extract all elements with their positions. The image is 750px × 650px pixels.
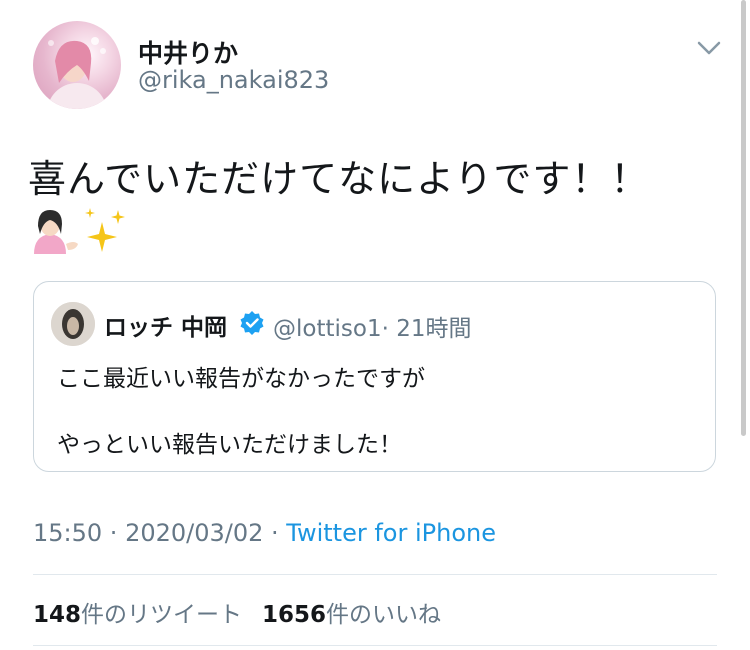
author-handle[interactable]: @rika_nakai823 — [138, 66, 329, 94]
tweet-timestamp: 15:50 · 2020/03/02 · Twitter for iPhone — [33, 519, 496, 547]
woman-tipping-hand-icon — [34, 210, 78, 254]
divider — [33, 574, 717, 575]
quoted-time: · 21時間 — [381, 316, 472, 342]
quoted-avatar-image — [51, 302, 95, 346]
quoted-handle: @lottiso1 — [273, 316, 382, 342]
author-avatar[interactable] — [33, 21, 121, 109]
source-link[interactable]: Twitter for iPhone — [286, 519, 496, 547]
avatar-image — [47, 37, 107, 109]
quoted-author-avatar — [51, 302, 95, 346]
quoted-author-name: ロッチ 中岡 — [104, 315, 228, 341]
likes-count: 1656 — [262, 602, 327, 628]
divider — [33, 645, 717, 646]
sparkles-icon — [85, 208, 125, 252]
likes-label: 件のいいね — [326, 602, 442, 628]
likes-stat[interactable]: 1656件のいいね — [262, 602, 441, 628]
tweet-time: 15:50 — [33, 519, 103, 547]
author-display-name[interactable]: 中井りか — [138, 34, 238, 70]
separator: · — [263, 519, 287, 547]
quoted-text-line-1: ここ最近いい報告がなかったですが — [57, 366, 425, 392]
chevron-down-icon[interactable] — [694, 36, 724, 60]
tweet-emoji — [28, 204, 128, 256]
engagement-stats: 148件のリツイート 1656件のいいね — [33, 595, 441, 629]
retweets-count: 148 — [33, 602, 82, 628]
retweets-label: 件のリツイート — [81, 602, 243, 628]
verified-badge-icon — [239, 310, 265, 336]
quoted-meta: @lottiso1· 21時間 — [273, 309, 471, 343]
retweets-stat[interactable]: 148件のリツイート — [33, 602, 242, 628]
tweet-date: 2020/03/02 — [125, 519, 264, 547]
quoted-text-line-3: やっといい報告いただけました！ — [57, 432, 402, 458]
separator: · — [102, 519, 126, 547]
scrollbar[interactable] — [741, 0, 746, 436]
tweet-text: 喜んでいただけてなによりです！！ — [28, 157, 650, 201]
